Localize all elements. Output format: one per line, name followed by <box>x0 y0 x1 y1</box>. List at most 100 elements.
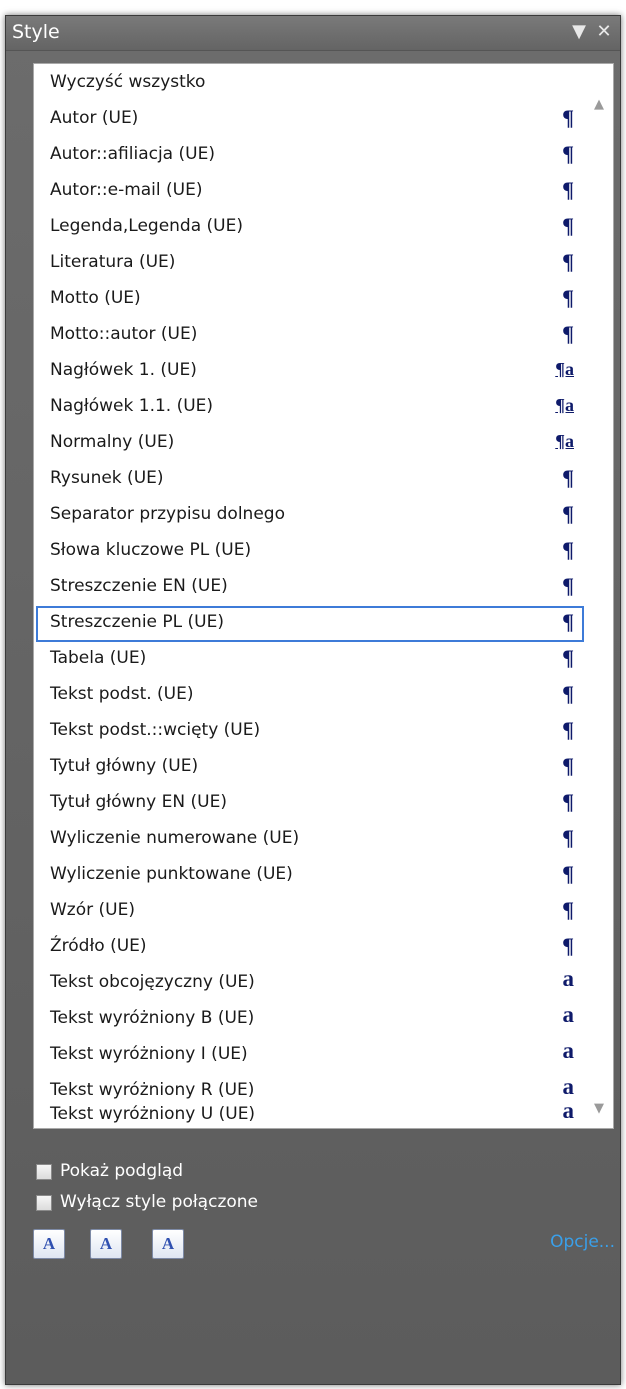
paragraph-style-icon: ¶ <box>562 753 574 778</box>
style-item[interactable]: Separator przypisu dolnego ¶ <box>36 498 584 534</box>
style-inspector-button[interactable]: A <box>90 1229 122 1259</box>
list-scrollbar[interactable]: ▲ ▼ <box>585 64 613 1128</box>
style-item-label: Wyliczenie punktowane (UE) <box>50 864 293 884</box>
style-item[interactable]: Słowa kluczowe PL (UE) ¶ <box>36 534 584 570</box>
linked-style-icon: ¶a <box>555 359 574 379</box>
style-item[interactable]: Normalny (UE) ¶a <box>36 426 584 462</box>
show-preview-label: Pokaż podgląd <box>60 1161 184 1181</box>
new-style-button[interactable]: A <box>33 1229 65 1259</box>
style-item[interactable]: Tekst wyróżniony U (UE) a <box>36 1098 584 1128</box>
style-item[interactable]: Nagłówek 1.1. (UE) ¶a <box>36 390 584 426</box>
style-item-label: Normalny (UE) <box>50 432 175 452</box>
style-item-label: Tekst obcojęzyczny (UE) <box>50 972 255 992</box>
style-item-label: Autor::e-mail (UE) <box>50 180 203 200</box>
paragraph-style-icon: ¶ <box>562 861 574 886</box>
style-inspector-icon: A <box>99 1234 113 1253</box>
style-item-label: Wyczyść wszystko <box>50 72 206 92</box>
style-item[interactable]: Rysunek (UE) ¶ <box>36 462 584 498</box>
style-item[interactable]: Tekst podst. (UE) ¶ <box>36 678 584 714</box>
paragraph-style-icon: ¶ <box>562 825 574 850</box>
scroll-up-arrow-icon[interactable]: ▲ <box>585 94 613 116</box>
paragraph-style-icon: ¶ <box>562 105 574 130</box>
manage-styles-button[interactable]: A <box>152 1229 184 1259</box>
style-item-label: Tekst podst.::wcięty (UE) <box>50 720 261 740</box>
paragraph-style-icon: ¶ <box>562 933 574 958</box>
style-item[interactable]: Wzór (UE) ¶ <box>36 894 584 930</box>
character-style-icon: a <box>562 1002 575 1027</box>
style-item[interactable]: Tekst obcojęzyczny (UE) a <box>36 966 584 1002</box>
style-item-selected[interactable]: Streszczenie PL (UE) ¶ <box>36 606 584 642</box>
paragraph-style-icon: ¶ <box>562 609 574 634</box>
style-item[interactable]: Nagłówek 1. (UE) ¶a <box>36 354 584 390</box>
paragraph-style-icon: ¶ <box>562 897 574 922</box>
style-item-clear-all[interactable]: Wyczyść wszystko <box>36 66 584 102</box>
options-link[interactable]: Opcje... <box>550 1232 615 1252</box>
style-item[interactable]: Literatura (UE) ¶ <box>36 246 584 282</box>
style-item[interactable]: Autor::afiliacja (UE) ¶ <box>36 138 584 174</box>
paragraph-style-icon: ¶ <box>562 249 574 274</box>
style-item[interactable]: Streszczenie EN (UE) ¶ <box>36 570 584 606</box>
paragraph-style-icon: ¶ <box>562 285 574 310</box>
character-style-icon: a <box>562 1098 575 1123</box>
style-item-label: Streszczenie EN (UE) <box>50 576 228 596</box>
close-icon[interactable]: ✕ <box>593 20 615 44</box>
style-item-label: Rysunek (UE) <box>50 468 164 488</box>
scroll-down-arrow-icon[interactable]: ▼ <box>585 1098 613 1120</box>
style-item-label: Nagłówek 1. (UE) <box>50 360 197 380</box>
style-item[interactable]: Tytuł główny EN (UE) ¶ <box>36 786 584 822</box>
style-item[interactable]: Motto (UE) ¶ <box>36 282 584 318</box>
pane-titlebar: Style ▼ ✕ <box>6 16 620 51</box>
paragraph-style-icon: ¶ <box>562 321 574 346</box>
paragraph-style-icon: ¶ <box>562 501 574 526</box>
style-item-label: Autor (UE) <box>50 108 139 128</box>
manage-styles-icon: A <box>161 1234 175 1253</box>
disable-linked-styles-checkbox[interactable] <box>36 1195 52 1211</box>
style-item-label: Tekst podst. (UE) <box>50 684 194 704</box>
show-preview-checkbox[interactable] <box>36 1164 52 1180</box>
style-item[interactable]: Tekst wyróżniony I (UE) a <box>36 1038 584 1074</box>
paragraph-style-icon: ¶ <box>562 465 574 490</box>
style-item[interactable]: Tekst podst.::wcięty (UE) ¶ <box>36 714 584 750</box>
character-style-icon: a <box>562 1038 575 1063</box>
paragraph-style-icon: ¶ <box>562 645 574 670</box>
style-item-label: Nagłówek 1.1. (UE) <box>50 396 214 416</box>
paragraph-style-icon: ¶ <box>562 717 574 742</box>
style-item-label: Autor::afiliacja (UE) <box>50 144 215 164</box>
style-item-label: Tytuł główny EN (UE) <box>50 792 227 812</box>
styles-pane: Style ▼ ✕ Wyczyść wszystko Autor (UE) ¶ … <box>5 15 621 1385</box>
style-item-label: Tabela (UE) <box>50 648 147 668</box>
style-item-label: Tekst wyróżniony R (UE) <box>50 1080 255 1100</box>
style-item-label: Streszczenie PL (UE) <box>50 612 224 632</box>
paragraph-style-icon: ¶ <box>562 141 574 166</box>
style-item[interactable]: Tabela (UE) ¶ <box>36 642 584 678</box>
style-item[interactable]: Legenda,Legenda (UE) ¶ <box>36 210 584 246</box>
pane-title: Style <box>12 21 60 43</box>
style-item[interactable]: Źródło (UE) ¶ <box>36 930 584 966</box>
style-item[interactable]: Autor::e-mail (UE) ¶ <box>36 174 584 210</box>
paragraph-style-icon: ¶ <box>562 213 574 238</box>
paragraph-style-icon: ¶ <box>562 177 574 202</box>
style-item-label: Słowa kluczowe PL (UE) <box>50 540 252 560</box>
disable-linked-styles-label: Wyłącz style połączone <box>60 1192 259 1212</box>
paragraph-style-icon: ¶ <box>562 789 574 814</box>
style-item-label: Tekst wyróżniony B (UE) <box>50 1008 255 1028</box>
style-item[interactable]: Tekst wyróżniony B (UE) a <box>36 1002 584 1038</box>
character-style-icon: a <box>562 966 575 991</box>
paragraph-style-icon: ¶ <box>562 573 574 598</box>
style-item[interactable]: Autor (UE) ¶ <box>36 102 584 138</box>
style-item-label: Tekst wyróżniony I (UE) <box>50 1044 248 1064</box>
paragraph-style-icon: ¶ <box>562 681 574 706</box>
style-item[interactable]: Tytuł główny (UE) ¶ <box>36 750 584 786</box>
style-item-label: Źródło (UE) <box>50 936 147 956</box>
pane-menu-dropdown-icon[interactable]: ▼ <box>568 20 590 44</box>
style-item-label: Motto::autor (UE) <box>50 324 198 344</box>
style-item-label: Tekst wyróżniony U (UE) <box>50 1104 256 1124</box>
style-item[interactable]: Wyliczenie numerowane (UE) ¶ <box>36 822 584 858</box>
paragraph-style-icon: ¶ <box>562 537 574 562</box>
style-item-label: Literatura (UE) <box>50 252 176 272</box>
style-item[interactable]: Wyliczenie punktowane (UE) ¶ <box>36 858 584 894</box>
style-item-label: Tytuł główny (UE) <box>50 756 199 776</box>
styles-list[interactable]: Wyczyść wszystko Autor (UE) ¶ Autor::afi… <box>33 63 614 1129</box>
character-style-icon: a <box>562 1074 575 1099</box>
style-item[interactable]: Motto::autor (UE) ¶ <box>36 318 584 354</box>
